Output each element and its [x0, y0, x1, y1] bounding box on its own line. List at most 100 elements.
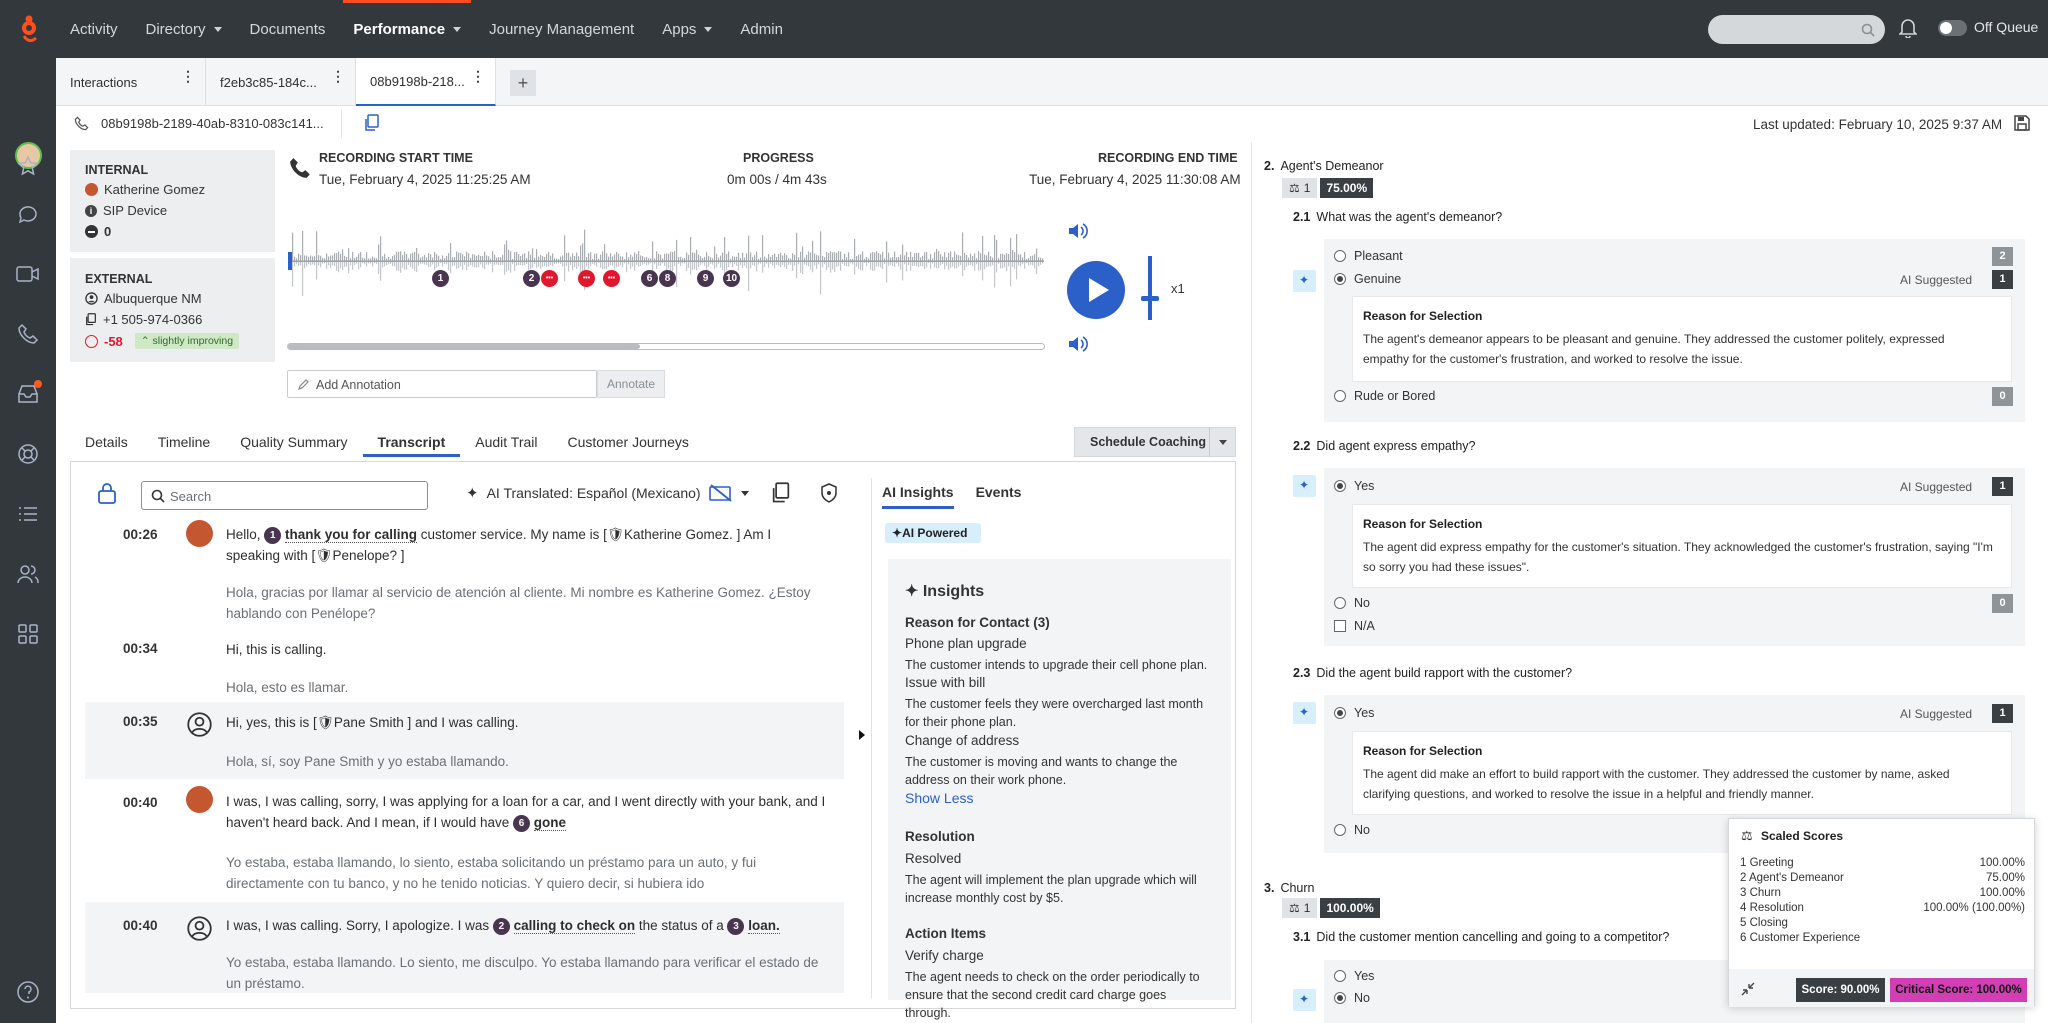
tab-08b9198b[interactable]: 08b9198b-218... ⋮: [356, 58, 496, 106]
waveform-cluster-marker[interactable]: •••: [603, 270, 620, 287]
ai-sparkle-icon[interactable]: ✦: [1293, 270, 1316, 292]
answer-rude-or-bored[interactable]: Rude or Bored: [1334, 389, 1435, 403]
topic-marker[interactable]: 3: [727, 918, 745, 935]
kebab-menu-icon[interactable]: ⋮: [471, 69, 485, 83]
bell-icon[interactable]: [1899, 18, 1917, 38]
waveform-bar: [1010, 262, 1012, 287]
copy-icon[interactable]: [85, 313, 97, 326]
playhead[interactable]: [288, 252, 292, 270]
ai-sparkle-icon[interactable]: ✦: [1293, 702, 1316, 724]
show-less-link[interactable]: Show Less: [905, 790, 973, 806]
support-icon[interactable]: [14, 440, 42, 468]
genesys-logo-icon[interactable]: [18, 14, 40, 44]
answer-yes[interactable]: Yes: [1334, 706, 1374, 720]
tab-f2eb3c85[interactable]: f2eb3c85-184c... ⋮: [206, 58, 356, 106]
volume-icon[interactable]: [1067, 221, 1089, 241]
tab-audit-trail[interactable]: Audit Trail: [460, 421, 552, 457]
tab-quality-summary[interactable]: Quality Summary: [225, 421, 362, 457]
ai-sparkle-icon[interactable]: ✦: [1293, 989, 1316, 1011]
topic-marker[interactable]: 2: [492, 918, 510, 935]
collapse-icon[interactable]: [1741, 982, 1755, 996]
answer-count: 0: [1992, 387, 2013, 406]
list-icon[interactable]: [14, 500, 42, 528]
answer-na[interactable]: N/A: [1334, 619, 1375, 633]
answer-genuine[interactable]: Genuine: [1334, 272, 1401, 286]
ai-sparkle-icon[interactable]: ✦: [1293, 475, 1316, 497]
nav-admin[interactable]: Admin: [726, 0, 797, 58]
playback-scrubber[interactable]: [287, 343, 1045, 350]
speed-slider[interactable]: [1148, 256, 1152, 320]
transcript-search-input[interactable]: Search: [141, 481, 428, 510]
kebab-menu-icon[interactable]: ⋮: [181, 69, 195, 83]
speed-slider-handle[interactable]: [1141, 296, 1159, 301]
waveform-cluster-marker[interactable]: •••: [578, 270, 595, 287]
phone-icon[interactable]: [14, 320, 42, 348]
tab-events[interactable]: Events: [976, 484, 1022, 509]
answer-yes[interactable]: Yes: [1334, 969, 1374, 983]
answer-no[interactable]: No: [1334, 991, 1370, 1005]
message-text[interactable]: I was, I was calling, sorry, I was apply…: [226, 791, 826, 833]
waveform-marker[interactable]: 6: [641, 270, 658, 287]
translate-off-icon[interactable]: [708, 484, 733, 502]
waveform-bar: [468, 253, 470, 261]
nav-journey-management[interactable]: Journey Management: [475, 0, 648, 58]
nav-directory[interactable]: Directory: [132, 0, 236, 58]
star-icon[interactable]: [14, 152, 42, 180]
topic-keyword[interactable]: calling to check on: [513, 918, 636, 934]
topic-keyword[interactable]: gone: [533, 815, 567, 831]
nav-performance[interactable]: Performance: [339, 0, 475, 58]
waveform-marker[interactable]: 9: [697, 270, 714, 287]
message-text[interactable]: Hi, this is calling.: [226, 639, 826, 660]
help-icon[interactable]: [14, 978, 42, 1006]
video-icon[interactable]: [14, 260, 42, 288]
ai-translation-selector[interactable]: ✦ AI Translated: Español (Mexicano): [466, 484, 749, 502]
copy-icon[interactable]: [771, 482, 791, 504]
chat-icon[interactable]: [14, 200, 42, 228]
annotation-input[interactable]: Add Annotation: [287, 370, 597, 398]
nav-activity[interactable]: Activity: [56, 0, 132, 58]
people-icon[interactable]: [14, 560, 42, 588]
global-search-input[interactable]: [1708, 15, 1885, 44]
annotate-button[interactable]: Annotate: [597, 370, 665, 398]
message-text[interactable]: Hello, 1 thank you for calling customer …: [226, 524, 826, 566]
answer-pleasant[interactable]: Pleasant: [1334, 249, 1403, 263]
topic-marker[interactable]: 1: [264, 527, 282, 544]
topic-keyword[interactable]: thank you for calling: [285, 527, 418, 543]
topic-marker[interactable]: 6: [513, 815, 531, 832]
tab-customer-journeys[interactable]: Customer Journeys: [553, 421, 704, 457]
waveform-marker[interactable]: 10: [723, 270, 740, 287]
answer-yes[interactable]: Yes: [1334, 479, 1374, 493]
waveform-bar: [448, 253, 450, 261]
play-button[interactable]: [1067, 261, 1125, 319]
waveform-marker[interactable]: 2: [523, 270, 540, 287]
apps-grid-icon[interactable]: [14, 620, 42, 648]
inbox-icon[interactable]: [14, 380, 42, 408]
kebab-menu-icon[interactable]: ⋮: [331, 69, 345, 83]
answer-no[interactable]: No: [1334, 596, 1370, 610]
shield-icon[interactable]: [820, 483, 838, 503]
tab-ai-insights[interactable]: AI Insights: [882, 484, 954, 509]
tab-details[interactable]: Details: [70, 421, 143, 457]
volume-icon[interactable]: [1067, 334, 1089, 354]
schedule-coaching-dropdown[interactable]: [1209, 427, 1235, 457]
tab-interactions[interactable]: Interactions ⋮: [56, 58, 206, 106]
nav-documents[interactable]: Documents: [236, 0, 340, 58]
waveform-bar: [516, 262, 518, 266]
tab-timeline[interactable]: Timeline: [143, 421, 225, 457]
lock-icon[interactable]: [97, 482, 117, 504]
panel-collapse-arrow-icon[interactable]: [859, 730, 865, 740]
queue-toggle[interactable]: [1938, 20, 1967, 36]
waveform-cluster-marker[interactable]: •••: [541, 270, 558, 287]
message-text[interactable]: Hi, yes, this is [🛡Pane Smith ] and I wa…: [226, 712, 826, 733]
save-icon[interactable]: [2013, 114, 2031, 132]
tab-transcript[interactable]: Transcript: [362, 421, 461, 457]
add-tab-button[interactable]: +: [510, 70, 536, 96]
waveform-marker[interactable]: 1: [432, 270, 449, 287]
answer-no[interactable]: No: [1334, 823, 1370, 837]
copy-icon[interactable]: [364, 114, 380, 132]
message-text[interactable]: I was, I was calling. Sorry, I apologize…: [226, 915, 826, 936]
nav-apps[interactable]: Apps: [648, 0, 726, 58]
waveform-bar: [774, 253, 776, 261]
waveform-marker[interactable]: 8: [659, 270, 676, 287]
topic-keyword[interactable]: loan.: [748, 918, 780, 934]
